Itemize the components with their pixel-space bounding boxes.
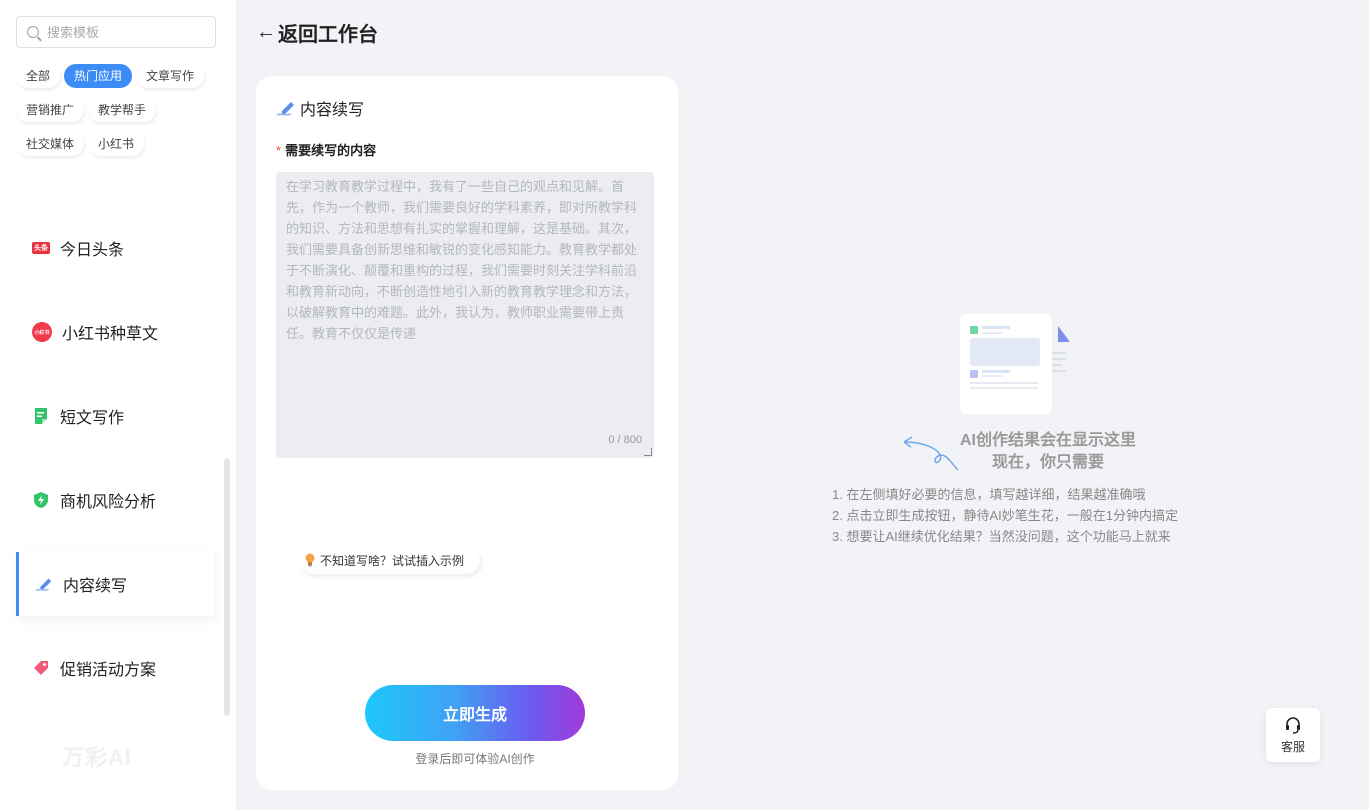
sidebar: 全部 热门应用 文章写作 营销推广 教学帮手 社交媒体 小红书 头条 今日头条 … [0, 0, 236, 810]
result-placeholder-title: AI创作结果会在显示这里 现在，你只需要 [900, 430, 1196, 474]
sidebar-item-label: 小红书种草文 [62, 326, 159, 343]
chip-xiaohongshu[interactable]: 小红书 [88, 132, 145, 156]
generate-button[interactable]: 立即生成 [365, 685, 585, 741]
shield-icon [32, 491, 50, 509]
search-icon [27, 26, 39, 38]
form-title-text: 内容续写 [300, 102, 365, 119]
lightbulb-icon [305, 553, 315, 567]
insert-example-label: 不知道写啥？试试插入示例 [320, 553, 465, 568]
sidebar-item-content-continue[interactable]: 内容续写 [16, 552, 214, 616]
resize-handle[interactable] [644, 448, 652, 456]
result-title-line2: 现在，你只需要 [991, 454, 1104, 471]
sidebar-item-short-writing[interactable]: 短文写作 [16, 384, 214, 448]
sidebar-item-promotion[interactable]: 促销活动方案 [16, 636, 214, 700]
sidebar-item-label: 短文写作 [60, 410, 125, 427]
sidebar-item-toutiao[interactable]: 头条 今日头条 [16, 216, 214, 280]
field-label: * 需要续写的内容 [276, 140, 376, 159]
sidebar-item-label: 今日头条 [60, 242, 125, 259]
chip-social-media[interactable]: 社交媒体 [16, 132, 85, 156]
login-tip: 登录后即可体验AI创作 [415, 752, 535, 766]
sidebar-item-xiaohongshu[interactable]: 小红书 小红书种草文 [16, 300, 214, 364]
chip-marketing[interactable]: 营销推广 [16, 98, 85, 122]
form-title: 内容续写 [276, 96, 364, 120]
search-input[interactable] [47, 24, 197, 40]
chip-teaching[interactable]: 教学帮手 [88, 98, 157, 122]
sidebar-item-risk-analysis[interactable]: 商机风险分析 [16, 468, 214, 532]
insert-example-button[interactable]: 不知道写啥？试试插入示例 [300, 546, 481, 574]
xiaohongshu-icon: 小红书 [32, 322, 52, 342]
field-label-text: 需要续写的内容 [285, 143, 377, 158]
required-mark: * [276, 143, 282, 158]
sidebar-item-label: 商机风险分析 [60, 494, 157, 511]
sidebar-scrollbar[interactable] [224, 458, 230, 716]
pen-icon [35, 575, 53, 593]
result-title-line1: AI创作结果会在显示这里 [959, 432, 1136, 449]
chip-article-writing[interactable]: 文章写作 [136, 64, 205, 88]
back-arrow-icon: ← [256, 21, 276, 43]
chip-all[interactable]: 全部 [16, 64, 61, 88]
search-box[interactable] [16, 16, 216, 48]
form-card: 内容续写 *需要续写的内容 0 / 800 不知道写啥？试试插入示例 立即生成 … [256, 76, 678, 790]
toutiao-icon: 头条 [32, 242, 50, 254]
customer-service-button[interactable]: 客服 [1266, 708, 1320, 762]
step-item: 1. 在左侧填好必要的信息，填写越详细，结果越准确哦 [832, 487, 1146, 502]
headset-icon [1286, 716, 1300, 734]
step-item: 3. 想要让AI继续优化结果？当然没问题，这个功能马上就来 [832, 529, 1171, 544]
note-icon [32, 407, 50, 425]
result-steps: 1. 在左侧填好必要的信息，填写越详细，结果越准确哦 2. 点击立即生成按钮，静… [832, 484, 1178, 547]
tag-icon [32, 659, 50, 677]
sidebar-item-label: 内容续写 [63, 578, 128, 595]
step-item: 2. 点击立即生成按钮，静待AI妙笔生花，一般在1分钟内搞定 [832, 508, 1178, 523]
sidebar-item-label: 促销活动方案 [60, 662, 157, 679]
pen-icon [276, 102, 294, 116]
content-textarea-box: 0 / 800 [276, 172, 654, 458]
back-to-workspace[interactable]: ← 返回工作台 [256, 18, 378, 47]
back-label: 返回工作台 [278, 24, 378, 46]
content-textarea[interactable] [286, 176, 644, 426]
customer-service-label: 客服 [1280, 739, 1305, 754]
brand-logo: 万彩AI [62, 745, 133, 770]
char-counter: 0 / 800 [608, 434, 642, 446]
document-illustration [960, 314, 1070, 414]
chip-hot-apps[interactable]: 热门应用 [64, 64, 133, 88]
